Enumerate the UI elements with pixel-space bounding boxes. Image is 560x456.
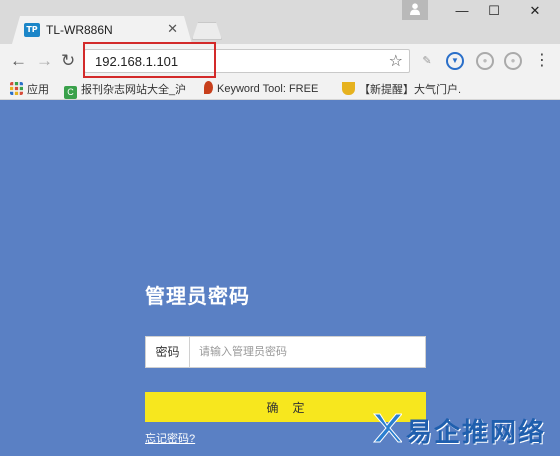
password-input[interactable] — [191, 337, 425, 367]
chrome-menu-icon[interactable]: ⋮ — [534, 50, 550, 70]
person-icon — [410, 3, 420, 15]
reload-icon[interactable]: ↻ — [61, 51, 75, 71]
password-label: 密码 — [146, 337, 190, 367]
new-tab-button[interactable] — [192, 22, 222, 40]
tp-link-favicon-icon: TP — [24, 23, 40, 37]
tab-title: TL-WR886N — [46, 23, 113, 37]
back-arrow-icon[interactable]: ← — [10, 51, 27, 71]
watermark-logo-icon — [372, 413, 402, 443]
flame-icon — [204, 81, 213, 94]
tampermonkey-icon[interactable]: ● — [476, 52, 494, 70]
minimize-button[interactable]: — — [447, 3, 477, 18]
bookmark-keyword-tool[interactable]: Keyword Tool: FREE — [204, 81, 318, 95]
bookmark-reminder[interactable]: 【新提醒】大气门户. — [342, 81, 461, 97]
bookmark-label: 报刊杂志网站大全_沪 — [81, 84, 187, 96]
bookmark-apps[interactable]: 应用 — [10, 81, 49, 97]
trophy-icon — [342, 82, 355, 95]
forgot-password-link[interactable]: 忘记密码? — [145, 430, 195, 446]
tab-close-icon[interactable]: ✕ — [167, 21, 178, 37]
browser-tab[interactable]: TP TL-WR886N ✕ — [12, 16, 192, 44]
watermark-text: 易企推网络 — [406, 418, 547, 448]
bookmark-label: 应用 — [27, 84, 49, 96]
apps-grid-icon — [10, 82, 23, 95]
shield-extension-icon[interactable]: ▼ — [446, 52, 464, 70]
maximize-button[interactable]: ☐ — [479, 3, 509, 19]
password-field: 密码 — [145, 336, 426, 368]
forward-arrow-icon[interactable]: → — [36, 51, 53, 71]
tampermonkey-alt-icon[interactable]: ● — [504, 52, 522, 70]
url-highlight-annotation — [83, 42, 216, 78]
bookmark-label: 【新提醒】大气门户. — [359, 84, 462, 96]
profile-button[interactable] — [402, 0, 428, 20]
close-window-button[interactable]: ✕ — [520, 3, 550, 19]
leaf-extension-icon[interactable]: ✎ — [418, 52, 436, 70]
page-title: 管理员密码 — [145, 286, 250, 308]
bookmark-label: Keyword Tool: FREE — [217, 83, 319, 95]
title-bar: TP TL-WR886N ✕ — ☐ ✕ — [0, 0, 560, 44]
bookmarks-bar: 应用 C 报刊杂志网站大全_沪 Keyword Tool: FREE 【新提醒】大… — [0, 78, 560, 100]
bookmark-c-icon: C — [64, 86, 77, 99]
bookmark-star-icon[interactable]: ☆ — [389, 51, 403, 71]
bookmark-newspaper-sites[interactable]: C 报刊杂志网站大全_沪 — [64, 81, 186, 99]
